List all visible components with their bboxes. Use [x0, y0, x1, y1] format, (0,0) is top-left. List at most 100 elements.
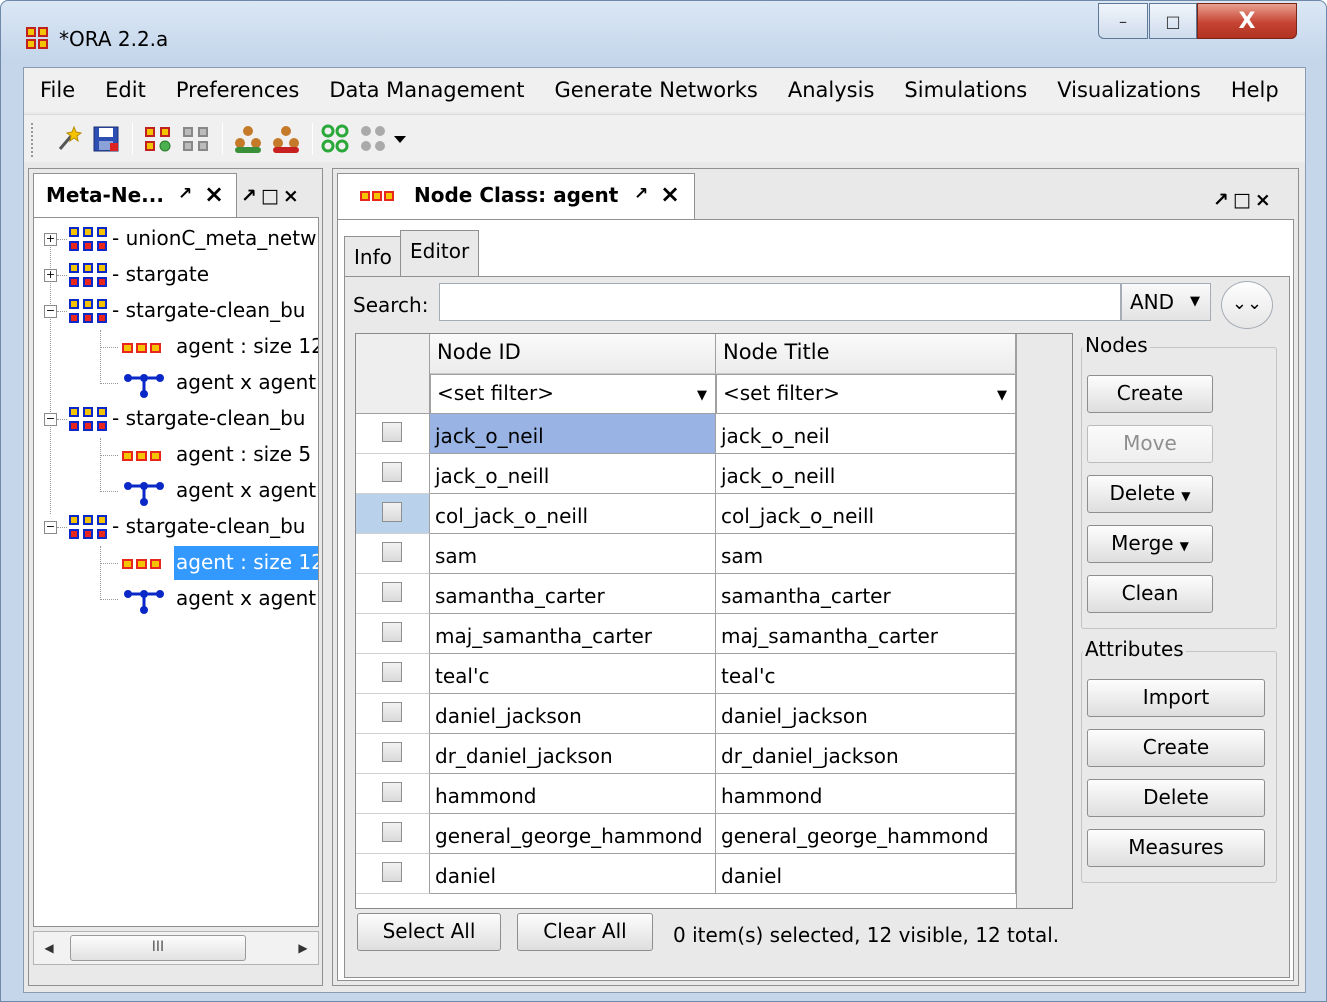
table-row[interactable]: hammond hammond: [356, 774, 1016, 814]
cell-node-title[interactable]: maj_samantha_carter: [716, 614, 1016, 654]
cell-node-id[interactable]: samantha_carter: [430, 574, 716, 614]
cell-node-title[interactable]: teal'c: [716, 654, 1016, 694]
table-row[interactable]: samantha_carter samantha_carter: [356, 574, 1016, 614]
row-select-cell[interactable]: [356, 654, 430, 694]
cell-node-id[interactable]: jack_o_neill: [430, 454, 716, 494]
row-checkbox[interactable]: [382, 862, 402, 882]
menu-analysis[interactable]: Analysis: [772, 68, 889, 112]
row-checkbox[interactable]: [382, 502, 402, 522]
table-row[interactable]: col_jack_o_neill col_jack_o_neill: [356, 494, 1016, 534]
cell-node-id[interactable]: general_george_hammond: [430, 814, 716, 854]
cell-node-id[interactable]: sam: [430, 534, 716, 574]
people-red-icon[interactable]: [270, 123, 302, 155]
cell-node-title[interactable]: general_george_hammond: [716, 814, 1016, 854]
people-green-icon[interactable]: [232, 123, 264, 155]
menu-generate-networks[interactable]: Generate Networks: [538, 68, 771, 112]
tree-item-node-class-selected[interactable]: agent : size 12: [34, 546, 318, 580]
undock-icon[interactable]: ↗: [178, 184, 192, 204]
delete-attribute-button[interactable]: Delete: [1087, 779, 1265, 817]
select-all-button[interactable]: Select All: [357, 913, 501, 951]
cell-node-id[interactable]: maj_samantha_carter: [430, 614, 716, 654]
row-checkbox[interactable]: [382, 542, 402, 562]
create-node-button[interactable]: Create: [1087, 375, 1213, 413]
save-icon[interactable]: [90, 123, 122, 155]
collapse-icon[interactable]: −: [44, 521, 57, 534]
tab-info[interactable]: Info: [344, 236, 402, 276]
search-input[interactable]: [439, 283, 1121, 321]
cell-node-title[interactable]: sam: [716, 534, 1016, 574]
row-select-cell[interactable]: [356, 614, 430, 654]
delete-node-button[interactable]: Delete ▼: [1087, 475, 1213, 513]
row-checkbox[interactable]: [382, 662, 402, 682]
row-select-cell[interactable]: [356, 774, 430, 814]
import-attributes-button[interactable]: Import: [1087, 679, 1265, 717]
menu-data-management[interactable]: Data Management: [313, 68, 538, 112]
tree-item-network[interactable]: agent x agent: [34, 582, 318, 616]
filter-node-id[interactable]: <set filter> ▼: [430, 374, 716, 414]
tree-item-network[interactable]: agent x agent: [34, 474, 318, 508]
panel-controls[interactable]: ↗□×: [1213, 189, 1275, 211]
maximize-button[interactable]: □: [1149, 3, 1197, 39]
meta-network-tree[interactable]: + - unionC_meta_netw + - stargate − - st…: [33, 217, 319, 927]
row-select-cell[interactable]: [356, 734, 430, 774]
scroll-left-arrow-icon[interactable]: ◀: [34, 932, 64, 964]
collapse-icon[interactable]: −: [44, 413, 57, 426]
move-node-button[interactable]: Move: [1087, 425, 1213, 463]
tree-item-meta-network[interactable]: − - stargate-clean_bu: [34, 402, 318, 436]
cell-node-title[interactable]: jack_o_neil: [716, 414, 1016, 454]
tree-item-meta-network[interactable]: − - stargate-clean_bu: [34, 294, 318, 328]
tab-meta-network[interactable]: Meta-Ne... ↗ ×: [33, 173, 237, 217]
cell-node-title[interactable]: hammond: [716, 774, 1016, 814]
scroll-thumb[interactable]: III: [70, 935, 246, 961]
cell-node-title[interactable]: dr_daniel_jackson: [716, 734, 1016, 774]
row-checkbox[interactable]: [382, 782, 402, 802]
cell-node-title[interactable]: daniel_jackson: [716, 694, 1016, 734]
row-select-cell[interactable]: [356, 494, 430, 534]
row-checkbox[interactable]: [382, 582, 402, 602]
cell-node-title[interactable]: col_jack_o_neill: [716, 494, 1016, 534]
dropdown-arrow-icon[interactable]: [392, 123, 408, 155]
row-select-cell[interactable]: [356, 694, 430, 734]
clear-all-button[interactable]: Clear All: [517, 913, 653, 951]
wand-icon[interactable]: [52, 123, 84, 155]
tree-item-node-class[interactable]: agent : size 5: [34, 438, 318, 472]
menu-visualizations[interactable]: Visualizations: [1041, 68, 1215, 112]
row-select-cell[interactable]: [356, 854, 430, 894]
minimize-button[interactable]: –: [1098, 3, 1148, 39]
menu-preferences[interactable]: Preferences: [160, 68, 314, 112]
close-tab-icon[interactable]: ×: [204, 180, 224, 208]
cell-node-title[interactable]: samantha_carter: [716, 574, 1016, 614]
search-operator-select[interactable]: AND ▼: [1121, 283, 1211, 321]
cell-node-id[interactable]: dr_daniel_jackson: [430, 734, 716, 774]
cell-node-title[interactable]: daniel: [716, 854, 1016, 894]
measures-button[interactable]: Measures: [1087, 829, 1265, 867]
toolbar-grip[interactable]: [31, 123, 35, 157]
table-row[interactable]: jack_o_neill jack_o_neill: [356, 454, 1016, 494]
tab-editor[interactable]: Editor: [400, 230, 480, 276]
row-checkbox[interactable]: [382, 822, 402, 842]
table-row[interactable]: maj_samantha_carter maj_samantha_carter: [356, 614, 1016, 654]
close-tab-icon[interactable]: ×: [660, 180, 680, 208]
cell-node-id[interactable]: jack_o_neil: [430, 414, 716, 454]
graph-gray-icon[interactable]: [358, 123, 390, 155]
row-checkbox[interactable]: [382, 622, 402, 642]
menu-help[interactable]: Help: [1215, 68, 1293, 112]
cell-node-id[interactable]: daniel_jackson: [430, 694, 716, 734]
tree-item-meta-network[interactable]: + - unionC_meta_netw: [34, 222, 318, 256]
scroll-right-arrow-icon[interactable]: ▶: [288, 932, 318, 964]
row-checkbox[interactable]: [382, 702, 402, 722]
table-row[interactable]: teal'c teal'c: [356, 654, 1016, 694]
tab-node-class-agent[interactable]: Node Class: agent ↗ ×: [337, 173, 695, 219]
row-checkbox[interactable]: [382, 462, 402, 482]
merge-node-button[interactable]: Merge ▼: [1087, 525, 1213, 563]
table-row[interactable]: daniel_jackson daniel_jackson: [356, 694, 1016, 734]
expand-icon[interactable]: +: [44, 233, 57, 246]
create-attribute-button[interactable]: Create: [1087, 729, 1265, 767]
collapse-icon[interactable]: −: [44, 305, 57, 318]
cell-node-title[interactable]: jack_o_neill: [716, 454, 1016, 494]
table-row[interactable]: general_george_hammond general_george_ha…: [356, 814, 1016, 854]
row-select-cell[interactable]: [356, 454, 430, 494]
cell-node-id[interactable]: col_jack_o_neill: [430, 494, 716, 534]
column-header-node-title[interactable]: Node Title: [716, 334, 1016, 374]
graph-blue-icon[interactable]: [320, 123, 352, 155]
